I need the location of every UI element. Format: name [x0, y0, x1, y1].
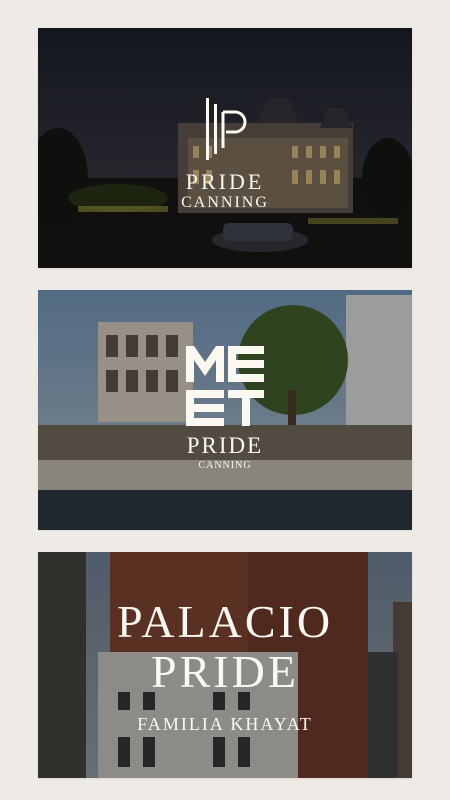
ip-monogram-icon — [198, 98, 252, 165]
logo-line-pride: PRIDE — [185, 169, 265, 194]
title-line-pride: PRIDE — [151, 646, 299, 697]
project-card-meet[interactable]: PRIDE CANNING — [38, 290, 412, 530]
logo-line-canning: CANNING — [181, 194, 269, 211]
logo-line-canning: CANNING — [198, 460, 252, 471]
meet-logo — [186, 346, 264, 431]
subtitle-familia-khayat: FAMILIA KHAYAT — [137, 714, 313, 734]
logo-line-pride: PRIDE — [186, 433, 264, 458]
title-line-palacio: PALACIO — [116, 596, 334, 647]
project-card-pride-canning[interactable]: PRIDE CANNING — [38, 28, 412, 268]
project-card-palacio-pride[interactable]: PALACIO PRIDE FAMILIA KHAYAT — [38, 552, 412, 778]
